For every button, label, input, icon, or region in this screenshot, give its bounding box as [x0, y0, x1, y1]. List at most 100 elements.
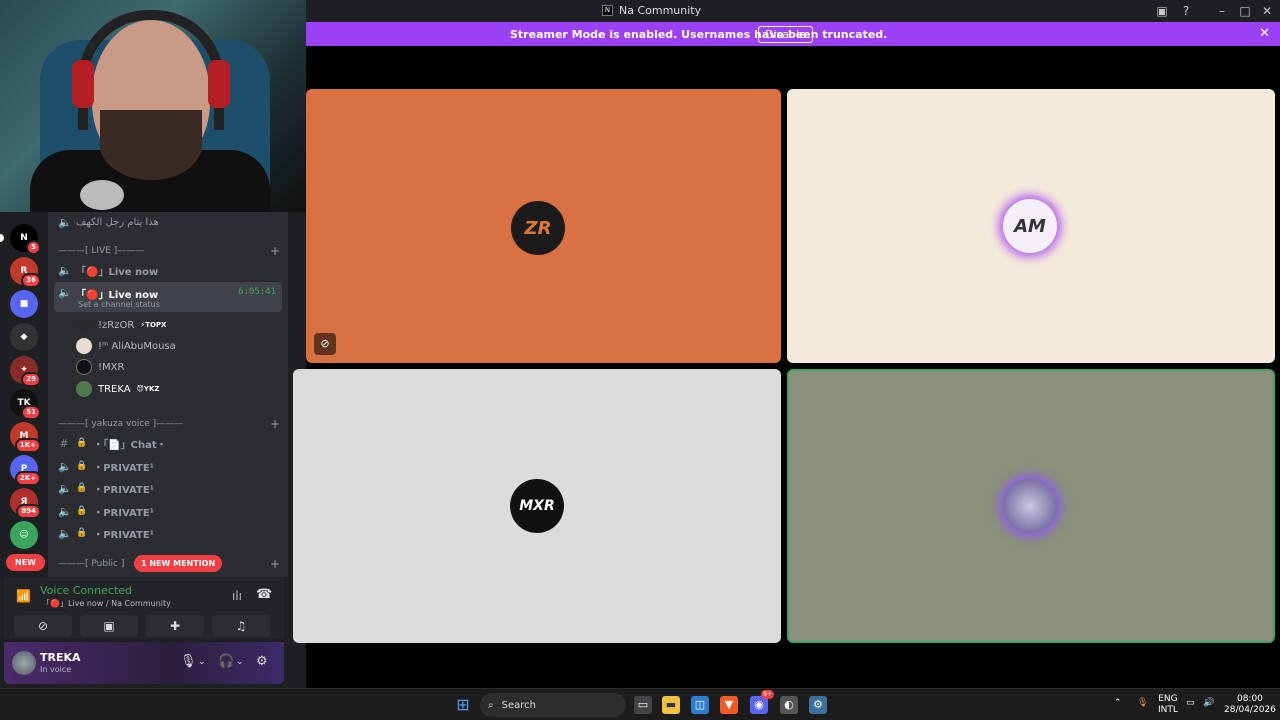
- voice-connected-channel[interactable]: 「🔴」Live now / Na Community: [42, 598, 171, 609]
- soundboard-button[interactable]: ♫: [212, 615, 270, 637]
- voice-user[interactable]: TREKA 😈YKZ: [76, 379, 159, 399]
- voice-panel: 📶 Voice Connected 「🔴」Live now / Na Commu…: [4, 577, 284, 639]
- signal-icon[interactable]: 📶: [16, 589, 31, 603]
- channel-live-1[interactable]: 🔈 「🔴」Live now: [54, 260, 282, 280]
- camera-off-button[interactable]: ⊘: [14, 615, 72, 637]
- voice-user[interactable]: !ᵐ AliAbuMousa: [76, 336, 176, 356]
- chevron-down-icon[interactable]: ⌄: [198, 657, 206, 667]
- server-m[interactable]: M 1K+: [10, 422, 41, 453]
- clock[interactable]: 08:00 28/04/2026: [1224, 694, 1276, 716]
- banner-message: Streamer Mode is enabled. Usernames have…: [510, 28, 888, 41]
- participant-avatar: AM: [1003, 199, 1057, 253]
- lock-icon: 🔒: [76, 528, 88, 538]
- voice-user[interactable]: !MXR: [76, 357, 124, 377]
- channel-private[interactable]: 🔈 🔒 ・PRIVATE¹: [54, 456, 282, 476]
- user-avatar[interactable]: [12, 651, 36, 675]
- disconnect-icon[interactable]: ☎: [256, 587, 272, 602]
- user-panel: TREKA In voice 🎙 ⌄ 🎧 ⌄ ⚙: [4, 642, 284, 684]
- participant-tile-treka[interactable]: [787, 369, 1275, 643]
- unread-badge: 51: [21, 405, 41, 420]
- channel-caveman[interactable]: 🔈 هذا يتام رجل الكهف: [54, 212, 282, 232]
- server-red[interactable]: R 36: [10, 257, 41, 288]
- disable-streamer-button[interactable]: Disable: [758, 26, 813, 43]
- screen-share-icon[interactable]: ▣: [1153, 2, 1171, 20]
- banner-close-icon[interactable]: ✕: [1259, 26, 1270, 41]
- server-logo-icon: N: [602, 5, 613, 16]
- server-green[interactable]: ☺: [10, 521, 38, 549]
- set-status-link[interactable]: Set a channel status: [78, 300, 160, 309]
- server-na-community[interactable]: N5: [0, 224, 41, 255]
- category-yakuza[interactable]: ———[ yakuza voice ]——— +: [58, 417, 280, 431]
- speaker-icon: 🔈: [58, 481, 72, 495]
- app-icon[interactable]: ◐: [780, 696, 798, 714]
- unread-badge: 5: [26, 240, 41, 255]
- lock-icon: 🔒: [76, 506, 88, 516]
- headphones-icon[interactable]: 🎧: [218, 654, 234, 669]
- brave-browser-icon[interactable]: ▼: [720, 696, 738, 714]
- server-folder[interactable]: ■: [10, 290, 38, 318]
- tray-chevron-icon[interactable]: ⌃: [1114, 698, 1122, 709]
- settings-gear-icon[interactable]: ⚙: [256, 654, 268, 669]
- server-dark[interactable]: ◆: [10, 323, 38, 351]
- close-icon[interactable]: ✕: [1258, 2, 1276, 20]
- help-icon[interactable]: ?: [1177, 2, 1195, 20]
- window-title: N Na Community: [602, 4, 701, 17]
- participant-avatar: ZR: [511, 201, 565, 255]
- participant-avatar: [1003, 479, 1057, 533]
- participant-tile-zrzor[interactable]: ZR ⊘: [306, 89, 781, 363]
- new-mention-pill[interactable]: 1 NEW MENTION: [134, 555, 223, 572]
- server-red2[interactable]: Я 894: [10, 488, 41, 519]
- add-channel-icon[interactable]: +: [270, 557, 280, 571]
- windows-start-icon[interactable]: ⊞: [454, 696, 472, 714]
- unread-badge: 2K+: [14, 471, 41, 486]
- store-icon[interactable]: ◫: [691, 696, 709, 714]
- lock-icon: 🔒: [76, 483, 88, 493]
- avatar: [76, 381, 92, 397]
- language-indicator[interactable]: ENG INTL: [1158, 694, 1178, 716]
- task-view-icon[interactable]: ▭: [634, 696, 652, 714]
- tray-mic-icon[interactable]: 🎙: [1137, 698, 1148, 709]
- speaker-connected-icon: 🔈: [58, 286, 72, 299]
- voice-timer: 6:05:41: [238, 287, 276, 297]
- unread-badge: 29: [21, 372, 41, 387]
- file-explorer-icon[interactable]: ▬: [662, 696, 680, 714]
- voice-user[interactable]: !zRzOR ⚡TOPX: [76, 315, 166, 335]
- maximize-icon[interactable]: □: [1236, 2, 1254, 20]
- minimize-icon[interactable]: –: [1213, 2, 1231, 20]
- add-channel-icon[interactable]: +: [270, 417, 280, 431]
- avatar: [76, 338, 92, 354]
- streamer-mode-banner: Streamer Mode is enabled. Usernames have…: [306, 22, 1280, 46]
- new-unread-pill[interactable]: NEW: [6, 554, 45, 571]
- avatar: [76, 317, 92, 333]
- hash-icon: #: [59, 436, 69, 450]
- taskbar-search[interactable]: ⌕ Search: [480, 693, 626, 717]
- network-icon[interactable]: ▭: [1186, 698, 1195, 709]
- channel-chat[interactable]: # 🔒 ・「📄」Chat・: [54, 433, 282, 453]
- noise-suppression-icon[interactable]: ılı: [232, 589, 242, 603]
- category-live[interactable]: ———[ LIVE ]——— +: [58, 244, 280, 258]
- discord-icon[interactable]: ◉ 9+: [750, 690, 774, 714]
- username[interactable]: TREKA: [40, 651, 81, 664]
- activities-button[interactable]: ✚: [146, 615, 204, 637]
- discord-badge: 9+: [761, 690, 774, 699]
- app-root: N Na Community ▣ ? – □ ✕ Streamer Mode i…: [0, 0, 1280, 720]
- participant-tile-mxr[interactable]: MXR: [293, 369, 781, 643]
- settings-app-icon[interactable]: ⚙: [809, 696, 827, 714]
- microphone-icon[interactable]: 🎙: [180, 654, 197, 669]
- channel-private[interactable]: 🔈 🔒 ・PRIVATE¹: [54, 523, 282, 543]
- participant-tile-aliabumousa[interactable]: AM: [787, 89, 1275, 363]
- screen-share-button[interactable]: ▣: [80, 615, 138, 637]
- channel-live-2-active[interactable]: 🔈 「🔴」Live now 6:05:41 Set a channel stat…: [54, 282, 282, 312]
- server-art[interactable]: ✦ 29: [10, 356, 41, 387]
- channel-private[interactable]: 🔈 🔒 ・PRIVATE¹: [54, 501, 282, 521]
- server-tk[interactable]: TK 51: [10, 389, 41, 420]
- voice-connected-title: Voice Connected: [40, 584, 133, 597]
- volume-icon[interactable]: 🔊: [1203, 698, 1214, 709]
- add-channel-icon[interactable]: +: [270, 244, 280, 258]
- unread-badge: 36: [21, 273, 41, 288]
- channel-private[interactable]: 🔈 🔒 ・PRIVATE¹: [54, 478, 282, 498]
- webcam-overlay: [0, 0, 306, 212]
- chevron-down-icon[interactable]: ⌄: [236, 657, 244, 667]
- window-title-text: Na Community: [619, 4, 702, 17]
- server-purple[interactable]: P 2K+: [10, 455, 41, 486]
